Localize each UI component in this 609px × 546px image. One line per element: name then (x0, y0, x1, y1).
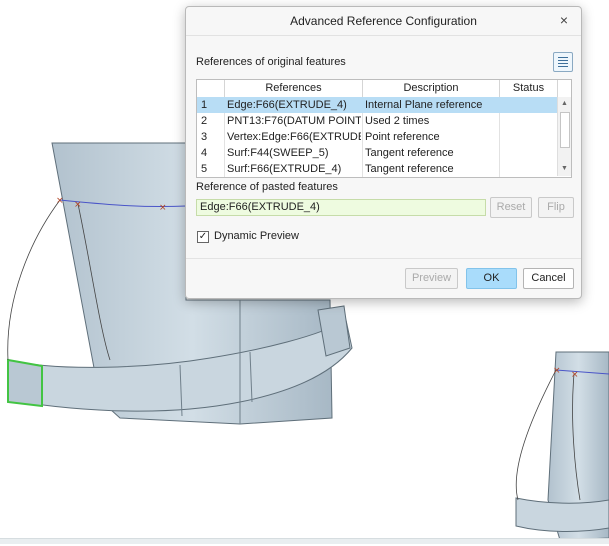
table-scrollbar[interactable]: ▲ ▼ (557, 97, 571, 176)
column-status[interactable]: Status (500, 80, 558, 97)
table-header: References Description Status (197, 80, 571, 98)
scroll-down-icon[interactable]: ▼ (561, 165, 568, 172)
table-row[interactable]: 2 PNT13:F76(DATUM POINT) Used 2 times (197, 113, 557, 129)
pasted-references-label: Reference of pasted features (196, 181, 338, 193)
highlighted-edge (7, 358, 43, 408)
svg-text:×: × (74, 200, 82, 210)
column-references[interactable]: References (225, 80, 363, 97)
table-row[interactable]: 5 Surf:F66(EXTRUDE_4) Tangent reference (197, 161, 557, 177)
advanced-reference-dialog: Advanced Reference Configuration × Refer… (185, 6, 582, 299)
close-icon[interactable]: × (555, 11, 573, 29)
checkmark-icon: ✓ (198, 231, 208, 242)
dynamic-preview-checkbox[interactable]: ✓ (197, 231, 209, 243)
footer-separator (186, 258, 581, 259)
pasted-band (515, 497, 609, 532)
cancel-button[interactable]: Cancel (523, 268, 574, 289)
flip-button[interactable]: Flip (538, 197, 574, 218)
preview-button[interactable]: Preview (405, 268, 458, 289)
table-row[interactable]: 4 Surf:F44(SWEEP_5) Tangent reference (197, 145, 557, 161)
table-row[interactable]: 1 Edge:F66(EXTRUDE_4) Internal Plane ref… (197, 97, 557, 113)
reset-button[interactable]: Reset (490, 197, 532, 218)
references-table[interactable]: References Description Status 1 Edge:F66… (196, 79, 572, 178)
status-bar (0, 538, 609, 544)
pasted-reference-field[interactable]: Edge:F66(EXTRUDE_4) (196, 199, 486, 216)
ok-button[interactable]: OK (466, 268, 517, 289)
original-references-label: References of original features (196, 56, 346, 68)
dialog-title: Advanced Reference Configuration (290, 14, 477, 28)
scroll-up-icon[interactable]: ▲ (561, 100, 568, 107)
svg-text:×: × (571, 370, 579, 380)
svg-text:×: × (159, 203, 167, 213)
dynamic-preview-label[interactable]: Dynamic Preview (214, 230, 299, 242)
column-description[interactable]: Description (363, 80, 500, 97)
scroll-thumb[interactable] (560, 112, 570, 148)
svg-text:×: × (553, 366, 561, 376)
list-view-icon[interactable] (553, 52, 573, 72)
dialog-titlebar[interactable]: Advanced Reference Configuration × (186, 7, 581, 36)
table-row[interactable]: 3 Vertex:Edge:F66(EXTRUDE_4) Point refer… (197, 129, 557, 145)
svg-text:×: × (56, 196, 64, 206)
